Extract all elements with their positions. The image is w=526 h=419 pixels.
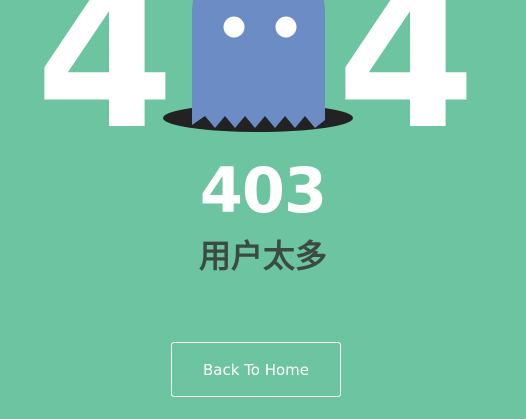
status-message: 用户太多	[198, 237, 327, 275]
error-digit-left: 4	[35, 0, 175, 174]
ghost-eye-right	[275, 16, 297, 38]
ghost-eye-left	[223, 16, 245, 38]
back-to-home-button[interactable]: Back To Home	[171, 342, 341, 397]
ghost-illustration	[163, 0, 353, 132]
status-code: 403	[199, 154, 327, 227]
ghost-body	[192, 0, 325, 128]
